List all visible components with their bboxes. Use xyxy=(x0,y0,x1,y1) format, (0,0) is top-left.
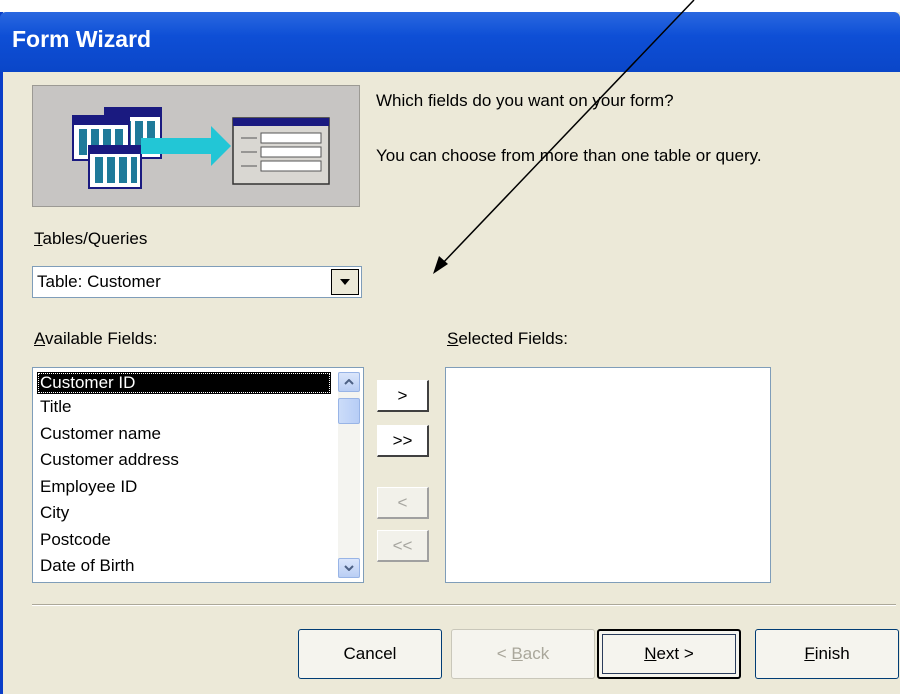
chevron-down-icon xyxy=(340,279,350,285)
form-wizard-illustration-icon xyxy=(72,107,330,189)
list-item-date-of-birth[interactable]: Date of Birth xyxy=(33,553,363,580)
next-button-focus-ring xyxy=(602,634,736,674)
tables-queries-combobox[interactable]: Table: Customer xyxy=(32,266,362,298)
wizard-banner-illustration xyxy=(32,85,360,207)
list-item-customer-name[interactable]: Customer name xyxy=(33,421,363,448)
next-button[interactable]: Next > xyxy=(597,629,741,679)
selected-fields-label-text: elected Fields: xyxy=(458,329,568,348)
cancel-button[interactable]: Cancel xyxy=(298,629,442,679)
tables-queries-dropdown-button[interactable] xyxy=(331,269,359,295)
list-item-customer-address[interactable]: Customer address xyxy=(33,447,363,474)
remove-all-fields-button[interactable]: << xyxy=(377,530,429,562)
available-fields-list[interactable]: Customer ID Title Customer name Customer… xyxy=(32,367,364,583)
prompt-question: Which fields do you want on your form? xyxy=(376,91,674,110)
scroll-up-button[interactable] xyxy=(338,372,360,392)
tables-queries-value: Table: Customer xyxy=(37,272,161,291)
back-button-prefix: < xyxy=(496,644,512,663)
selected-fields-list[interactable] xyxy=(445,367,771,583)
tables-queries-label: Tables/Queries xyxy=(34,229,147,249)
available-fields-label: Available Fields: xyxy=(34,329,158,349)
list-item-postcode[interactable]: Postcode xyxy=(33,527,363,554)
tables-queries-label-text: ables/Queries xyxy=(42,229,148,248)
add-all-fields-button[interactable]: >> xyxy=(377,425,429,457)
tables-queries-accesskey: T xyxy=(34,229,43,248)
finish-button[interactable]: Finish xyxy=(755,629,899,679)
list-item-title[interactable]: Title xyxy=(33,394,363,421)
back-button[interactable]: < Back xyxy=(451,629,595,679)
list-item-customer-id[interactable]: Customer ID xyxy=(37,372,331,394)
scroll-down-icon xyxy=(344,565,354,571)
available-fields-scrollbar[interactable] xyxy=(338,372,360,578)
add-field-button[interactable]: > xyxy=(377,380,429,412)
title-bar[interactable]: Form Wizard xyxy=(0,12,900,72)
selected-fields-label: Selected Fields: xyxy=(447,329,568,349)
finish-button-accesskey: F xyxy=(804,644,815,663)
scroll-up-icon xyxy=(344,379,354,385)
scroll-down-button[interactable] xyxy=(338,558,360,578)
available-fields-accesskey: A xyxy=(34,329,46,348)
window-title: Form Wizard xyxy=(12,26,152,52)
available-fields-label-text: vailable Fields: xyxy=(45,329,158,348)
remove-field-button[interactable]: < xyxy=(377,487,429,519)
selected-fields-accesskey: S xyxy=(447,329,459,348)
list-item-city[interactable]: City xyxy=(33,500,363,527)
back-button-label: ack xyxy=(522,644,550,663)
footer-divider xyxy=(32,604,896,606)
back-button-accesskey: B xyxy=(511,644,523,663)
list-item-employee-id[interactable]: Employee ID xyxy=(33,474,363,501)
finish-button-label: inish xyxy=(814,644,850,663)
scroll-thumb[interactable] xyxy=(338,398,360,424)
prompt-hint: You can choose from more than one table … xyxy=(376,146,762,165)
